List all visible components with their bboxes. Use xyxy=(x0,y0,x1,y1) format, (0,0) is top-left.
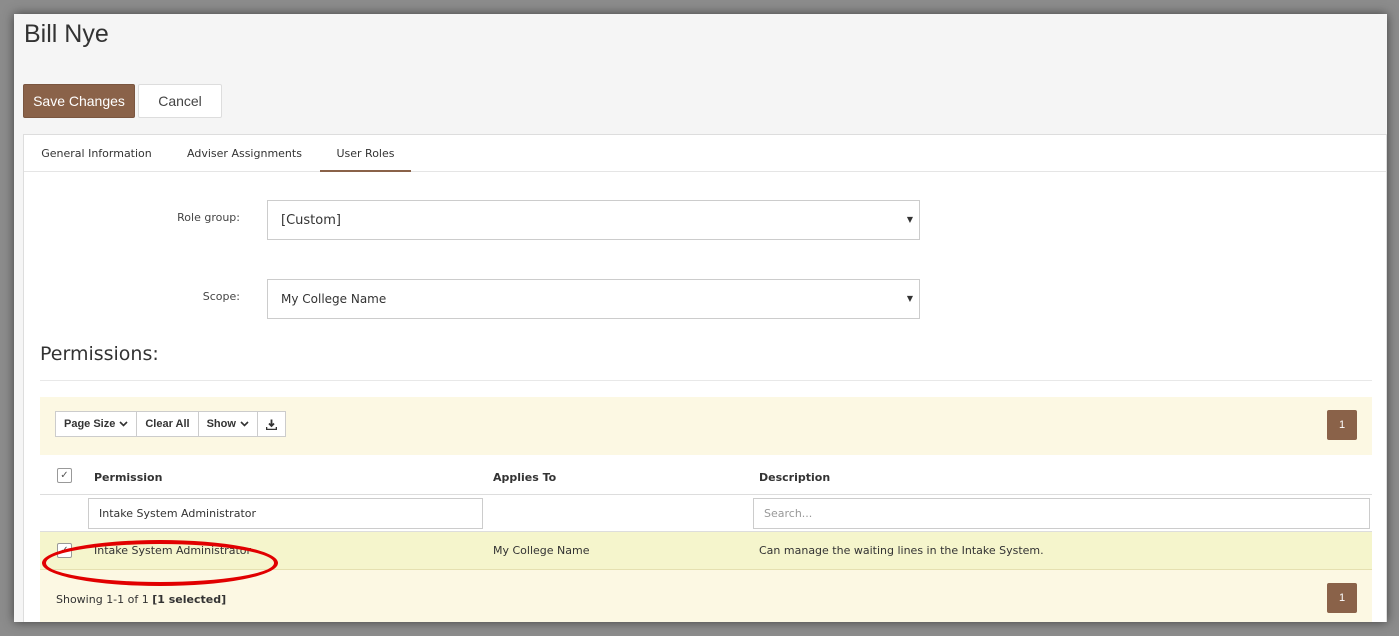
chevron-down-icon: ▼ xyxy=(906,294,913,303)
description-search-input[interactable] xyxy=(753,498,1370,529)
grid-header: ✓ Permission Applies To Description xyxy=(40,455,1372,495)
select-all-checkbox[interactable]: ✓ xyxy=(57,468,72,483)
page-size-label: Page Size xyxy=(64,418,116,430)
scope-select[interactable]: My College Name ▼ xyxy=(267,279,920,319)
chevron-down-icon xyxy=(240,421,249,427)
filter-row xyxy=(40,495,1372,532)
highlight-annotation-circle xyxy=(42,540,278,586)
grid-toolbar: Page Size Clear All Show xyxy=(55,411,286,437)
pager-page-1-top[interactable]: 1 xyxy=(1327,410,1357,440)
cancel-button[interactable]: Cancel xyxy=(138,84,222,118)
role-group-select[interactable]: [Custom] ▼ xyxy=(267,200,920,240)
scope-label: Scope: xyxy=(202,290,240,303)
permissions-grid: Page Size Clear All Show 1 ✓ Permission … xyxy=(40,397,1372,622)
page-title: Bill Nye xyxy=(24,20,109,48)
tab-bar: General Information Adviser Assignments … xyxy=(24,135,1386,172)
download-button[interactable] xyxy=(256,411,286,437)
permissions-title: Permissions: xyxy=(40,343,159,365)
section-divider xyxy=(40,380,1372,381)
showing-count: Showing 1-1 of 1 xyxy=(56,593,149,606)
show-label: Show xyxy=(206,418,236,430)
scope-value: My College Name xyxy=(281,292,387,306)
show-button[interactable]: Show xyxy=(197,411,258,437)
row-description: Can manage the waiting lines in the Inta… xyxy=(759,544,1044,557)
row-applies-to: My College Name xyxy=(493,544,590,557)
app-window: Bill Nye Save Changes Cancel General Inf… xyxy=(14,14,1387,622)
chevron-down-icon xyxy=(119,421,128,427)
role-group-label: Role group: xyxy=(177,211,240,224)
tab-user-roles[interactable]: User Roles xyxy=(320,135,411,172)
pager-page-1-bottom[interactable]: 1 xyxy=(1327,583,1357,613)
grid-footer-status: Showing 1-1 of 1 [1 selected] xyxy=(56,593,226,606)
role-group-value: [Custom] xyxy=(281,213,341,228)
page-size-button[interactable]: Page Size xyxy=(55,411,138,437)
permission-filter-input[interactable] xyxy=(88,498,483,529)
save-changes-button[interactable]: Save Changes xyxy=(23,84,135,118)
clear-all-button[interactable]: Clear All xyxy=(136,411,199,437)
selected-count: [1 selected] xyxy=(152,593,227,606)
tab-adviser-assignments[interactable]: Adviser Assignments xyxy=(172,135,317,172)
chevron-down-icon: ▼ xyxy=(906,215,913,224)
download-icon xyxy=(265,419,277,430)
tab-general-information[interactable]: General Information xyxy=(24,135,169,172)
